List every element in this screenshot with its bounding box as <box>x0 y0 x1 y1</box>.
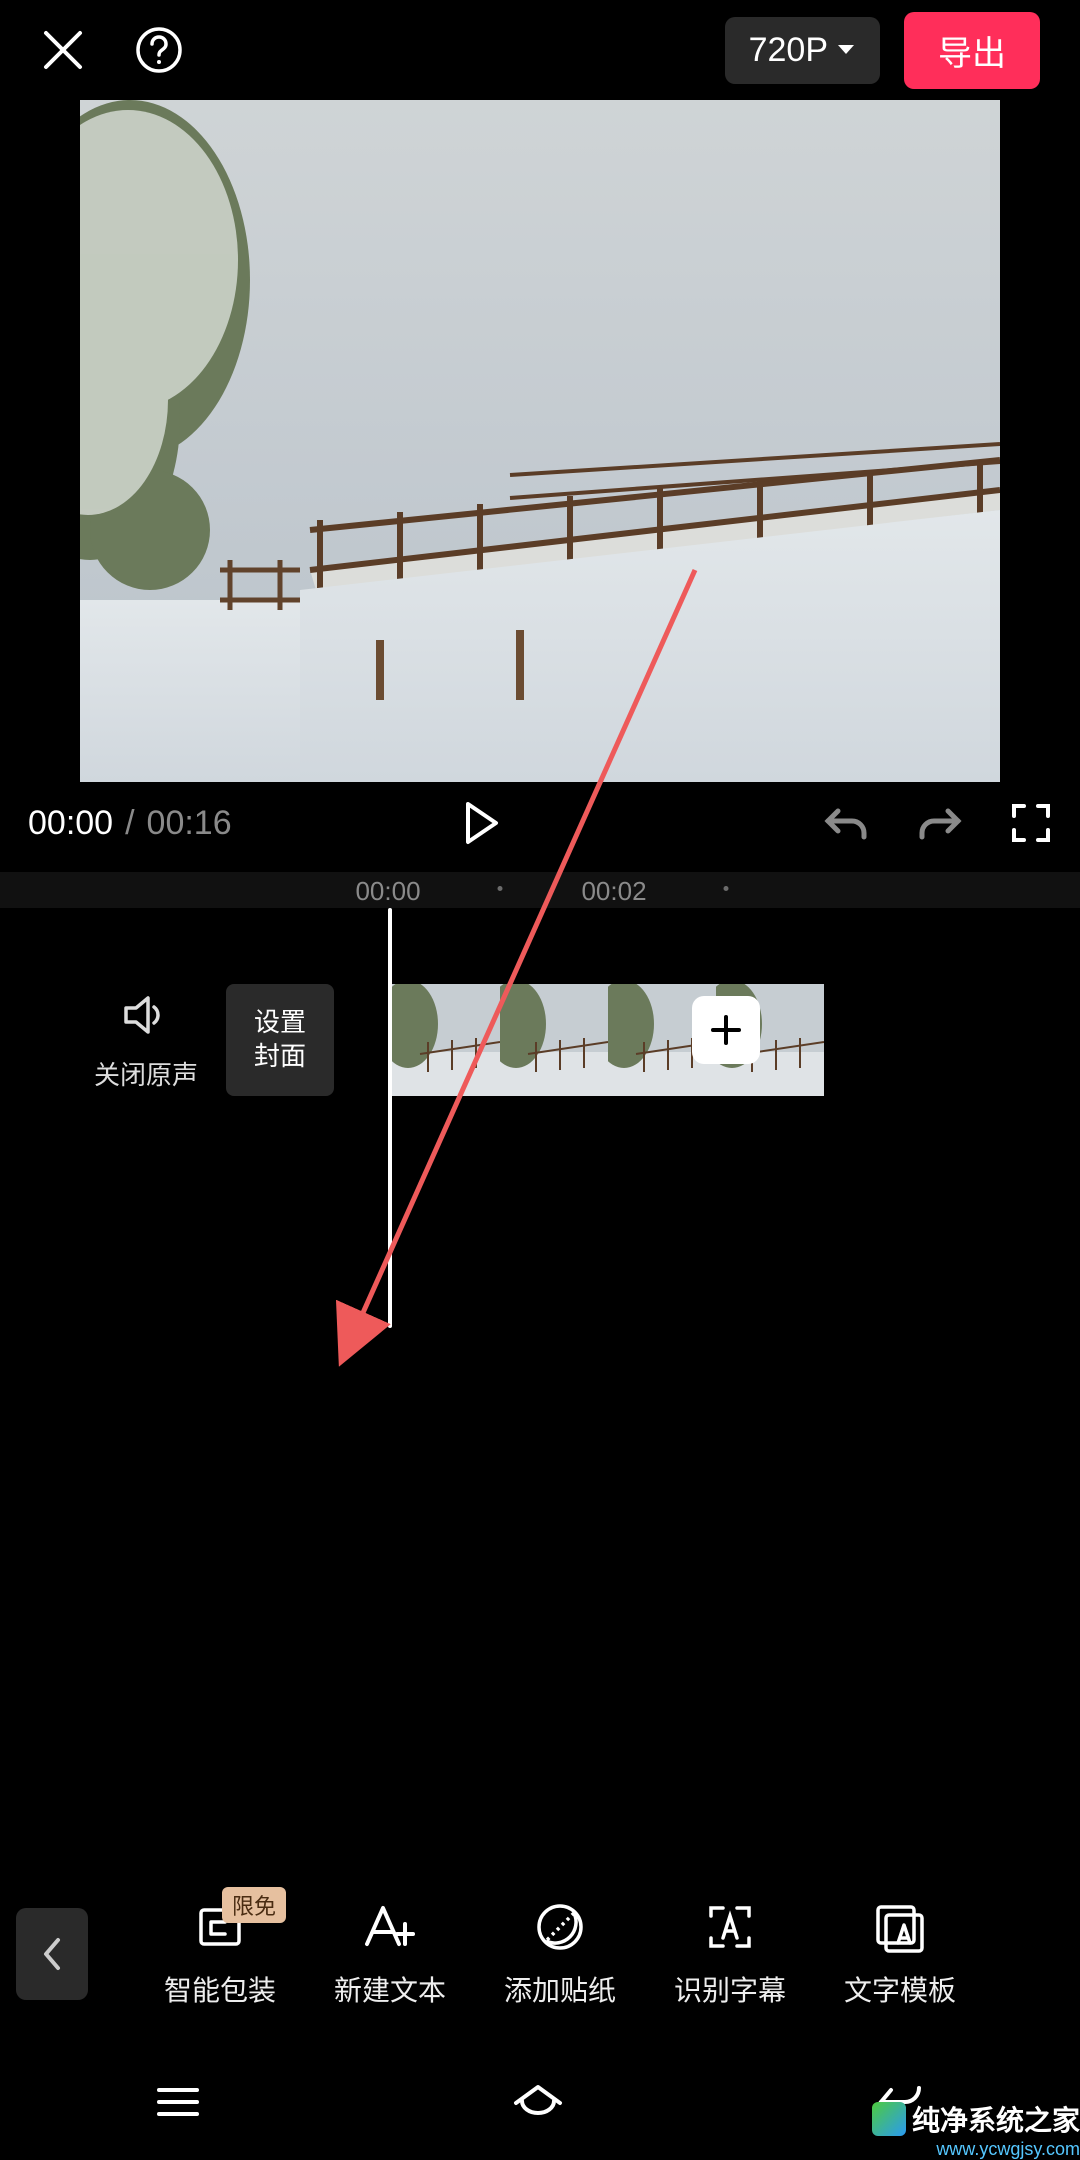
mute-original-audio[interactable]: 关闭原声 <box>86 994 206 1092</box>
timecode: 00:00 / 00:16 <box>28 804 232 843</box>
resolution-select[interactable]: 720P <box>725 17 880 84</box>
tool-add-sticker[interactable]: 添加贴纸 <box>476 1899 644 2009</box>
player-controls: 00:00 / 00:16 <box>0 782 1080 872</box>
add-clip-button[interactable] <box>692 996 760 1064</box>
ruler-tick: 00:00 <box>355 876 420 907</box>
play-icon <box>462 800 502 846</box>
tools-list: 限免 智能包装 新建文本 添加贴纸 识别字幕 <box>88 1899 1080 2009</box>
set-cover-tile[interactable]: 设置 封面 <box>226 984 334 1096</box>
chevron-left-icon <box>41 1936 63 1972</box>
tool-subtitle[interactable]: 识别字幕 <box>646 1899 814 2009</box>
tool-label: 智能包装 <box>164 1969 276 2009</box>
cover-label-2: 封面 <box>254 1040 306 1074</box>
tool-label: 添加贴纸 <box>504 1969 616 2009</box>
controls-right <box>822 802 1052 844</box>
home-icon <box>510 2081 566 2123</box>
fullscreen-icon <box>1010 802 1052 844</box>
watermark-text: 纯净系统之家 <box>912 2099 1080 2139</box>
cover-label-1: 设置 <box>254 1006 306 1040</box>
subtitle-icon <box>703 1900 757 1954</box>
mute-label: 关闭原声 <box>86 1055 206 1092</box>
redo-button[interactable] <box>916 803 964 843</box>
close-icon <box>40 27 86 73</box>
undo-button[interactable] <box>822 803 870 843</box>
clip-thumbnail <box>392 984 500 1096</box>
caret-down-icon <box>836 43 856 57</box>
timeline-ruler[interactable]: 00:00 00:02 <box>0 872 1080 908</box>
resolution-label: 720P <box>749 31 828 70</box>
tool-smart-pack[interactable]: 限免 智能包装 <box>136 1899 304 2009</box>
ruler-dot <box>724 886 729 891</box>
text-template-icon <box>872 1901 928 1953</box>
top-bar-left <box>40 25 184 75</box>
help-button[interactable] <box>134 25 184 75</box>
tool-label: 识别字幕 <box>674 1969 786 2009</box>
tool-label: 文字模板 <box>844 1969 956 2009</box>
speaker-icon <box>122 994 170 1036</box>
bottom-toolbar: 限免 智能包装 新建文本 添加贴纸 识别字幕 <box>0 1864 1080 2044</box>
top-bar-right: 720P 导出 <box>725 12 1040 89</box>
redo-icon <box>916 803 964 843</box>
top-bar: 720P 导出 <box>0 0 1080 100</box>
video-preview[interactable] <box>80 100 1000 782</box>
close-button[interactable] <box>40 27 86 73</box>
watermark-url: www.ycwgjsy.com <box>936 2139 1080 2160</box>
nav-home[interactable] <box>510 2081 566 2123</box>
time-separator: / <box>125 804 134 843</box>
undo-icon <box>822 803 870 843</box>
help-icon <box>134 25 184 75</box>
fullscreen-button[interactable] <box>1010 802 1052 844</box>
tool-text-template[interactable]: 文字模板 <box>816 1899 984 2009</box>
clip-thumbnail <box>500 984 608 1096</box>
total-time: 00:16 <box>147 804 232 843</box>
menu-icon <box>155 2085 201 2119</box>
ruler-dot <box>498 886 503 891</box>
free-badge: 限免 <box>222 1887 286 1923</box>
timeline[interactable]: 关闭原声 设置 封面 <box>0 908 1080 1328</box>
tool-label: 新建文本 <box>334 1969 446 2009</box>
tool-new-text[interactable]: 新建文本 <box>306 1899 474 2009</box>
export-label: 导出 <box>938 35 1006 73</box>
export-button[interactable]: 导出 <box>904 12 1040 89</box>
nav-recents[interactable] <box>155 2085 201 2119</box>
new-text-icon <box>361 1900 419 1954</box>
ruler-tick: 00:02 <box>581 876 646 907</box>
play-button[interactable] <box>462 800 502 846</box>
watermark-logo-icon <box>872 2102 906 2136</box>
back-button[interactable] <box>16 1908 88 2000</box>
snow-scene-preview <box>80 100 1000 782</box>
watermark: 纯净系统之家 www.ycwgjsy.com <box>872 2099 1080 2160</box>
plus-icon <box>709 1013 743 1047</box>
current-time: 00:00 <box>28 804 113 843</box>
playhead[interactable] <box>388 908 392 1328</box>
sticker-icon <box>534 1901 586 1953</box>
